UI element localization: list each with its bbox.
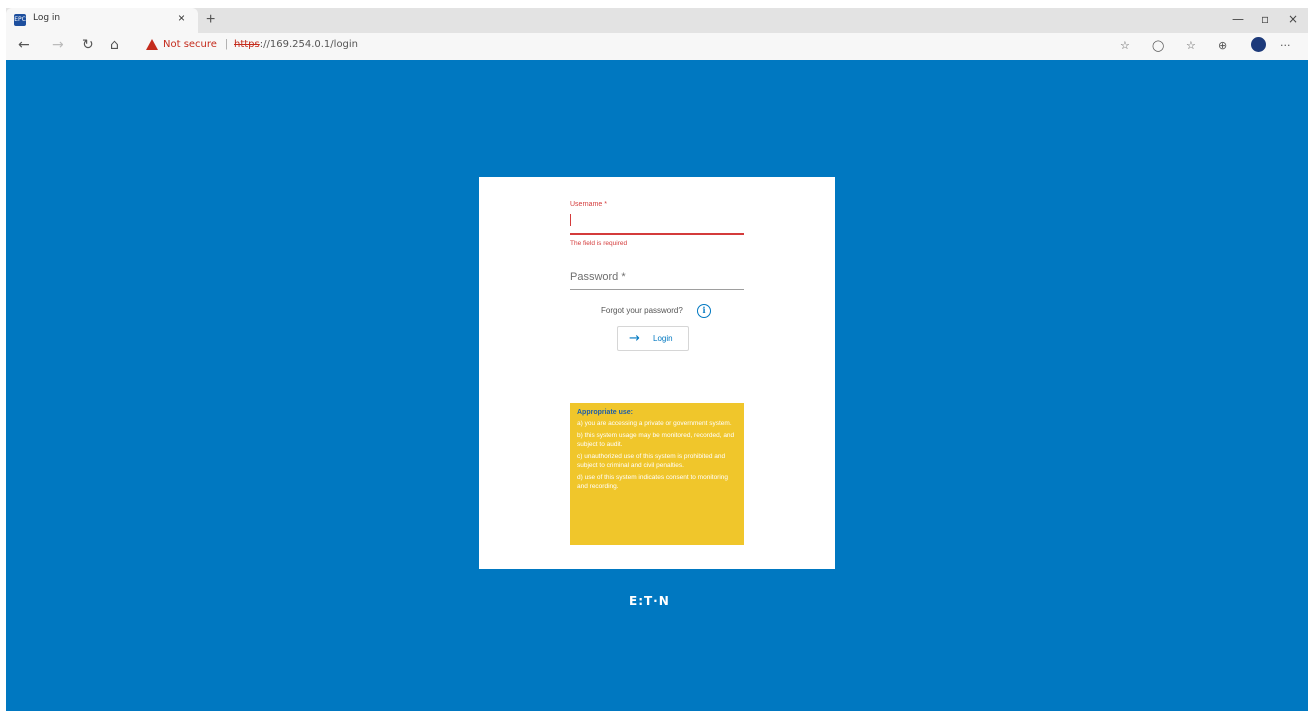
address-bar-url[interactable]: https://169.254.0.1/login (234, 39, 358, 50)
arrow-right-icon: → (629, 331, 640, 346)
password-input[interactable] (570, 268, 744, 286)
login-card: Username * The field is required Forgot … (479, 177, 835, 569)
browser-tab-strip: EPC Log in × + — ▫ × (0, 0, 1314, 33)
appropriate-use-notice: Appropriate use: a) you are accessing a … (570, 403, 744, 545)
reading-icon[interactable]: ◯ (1152, 39, 1164, 52)
notice-item: d) use of this system indicates consent … (577, 474, 729, 490)
notice-item: b) this system usage may be monitored, r… (577, 432, 735, 448)
site-favicon-icon: EPC (14, 14, 26, 26)
add-favorite-icon[interactable]: ☆ (1120, 39, 1130, 52)
username-field[interactable]: Username * (570, 201, 744, 235)
password-field[interactable] (570, 266, 744, 290)
window-maximize-icon[interactable]: ▫ (1261, 12, 1269, 26)
url-path: ://169.254.0.1/login (259, 39, 359, 50)
favorites-icon[interactable]: ☆ (1186, 39, 1196, 52)
url-scheme: https (234, 39, 260, 50)
warning-icon[interactable] (146, 39, 158, 50)
collections-icon[interactable]: ⊕ (1218, 39, 1227, 52)
notice-item: c) unauthorized use of this system is pr… (577, 453, 726, 469)
refresh-icon[interactable]: ↻ (82, 37, 94, 53)
new-tab-icon[interactable]: + (206, 10, 215, 30)
eaton-logo: E:T·N (629, 594, 670, 608)
more-menu-icon[interactable]: ··· (1280, 39, 1291, 52)
tab-strip-background (6, 8, 1308, 33)
home-icon[interactable]: ⌂ (110, 37, 119, 53)
login-button-label: Login (653, 334, 673, 343)
browser-toolbar: ← → ↻ ⌂ Not secure | https://169.254.0.1… (6, 33, 1308, 60)
login-button[interactable]: → Login (617, 326, 689, 351)
not-secure-label[interactable]: Not secure (163, 39, 217, 50)
profile-avatar[interactable] (1251, 37, 1266, 52)
browser-tab-login[interactable]: EPC Log in × (6, 8, 198, 33)
username-label: Username * (570, 201, 607, 208)
forgot-password-link[interactable]: Forgot your password? (601, 306, 683, 315)
window-close-icon[interactable]: × (1288, 12, 1298, 26)
text-cursor (570, 214, 571, 226)
back-arrow-icon[interactable]: ← (18, 37, 30, 53)
tab-title: Log in (33, 13, 61, 23)
notice-title: Appropriate use: (577, 409, 634, 416)
info-icon[interactable]: i (697, 304, 711, 318)
username-error-message: The field is required (570, 240, 628, 247)
notice-item: a) you are accessing a private or govern… (577, 420, 732, 427)
window-minimize-icon[interactable]: — (1232, 12, 1244, 26)
address-separator: | (225, 38, 228, 50)
tab-close-icon[interactable]: × (178, 11, 185, 25)
forward-arrow-icon[interactable]: → (52, 37, 64, 53)
page-background: Username * The field is required Forgot … (6, 60, 1308, 711)
username-input[interactable] (573, 211, 741, 229)
